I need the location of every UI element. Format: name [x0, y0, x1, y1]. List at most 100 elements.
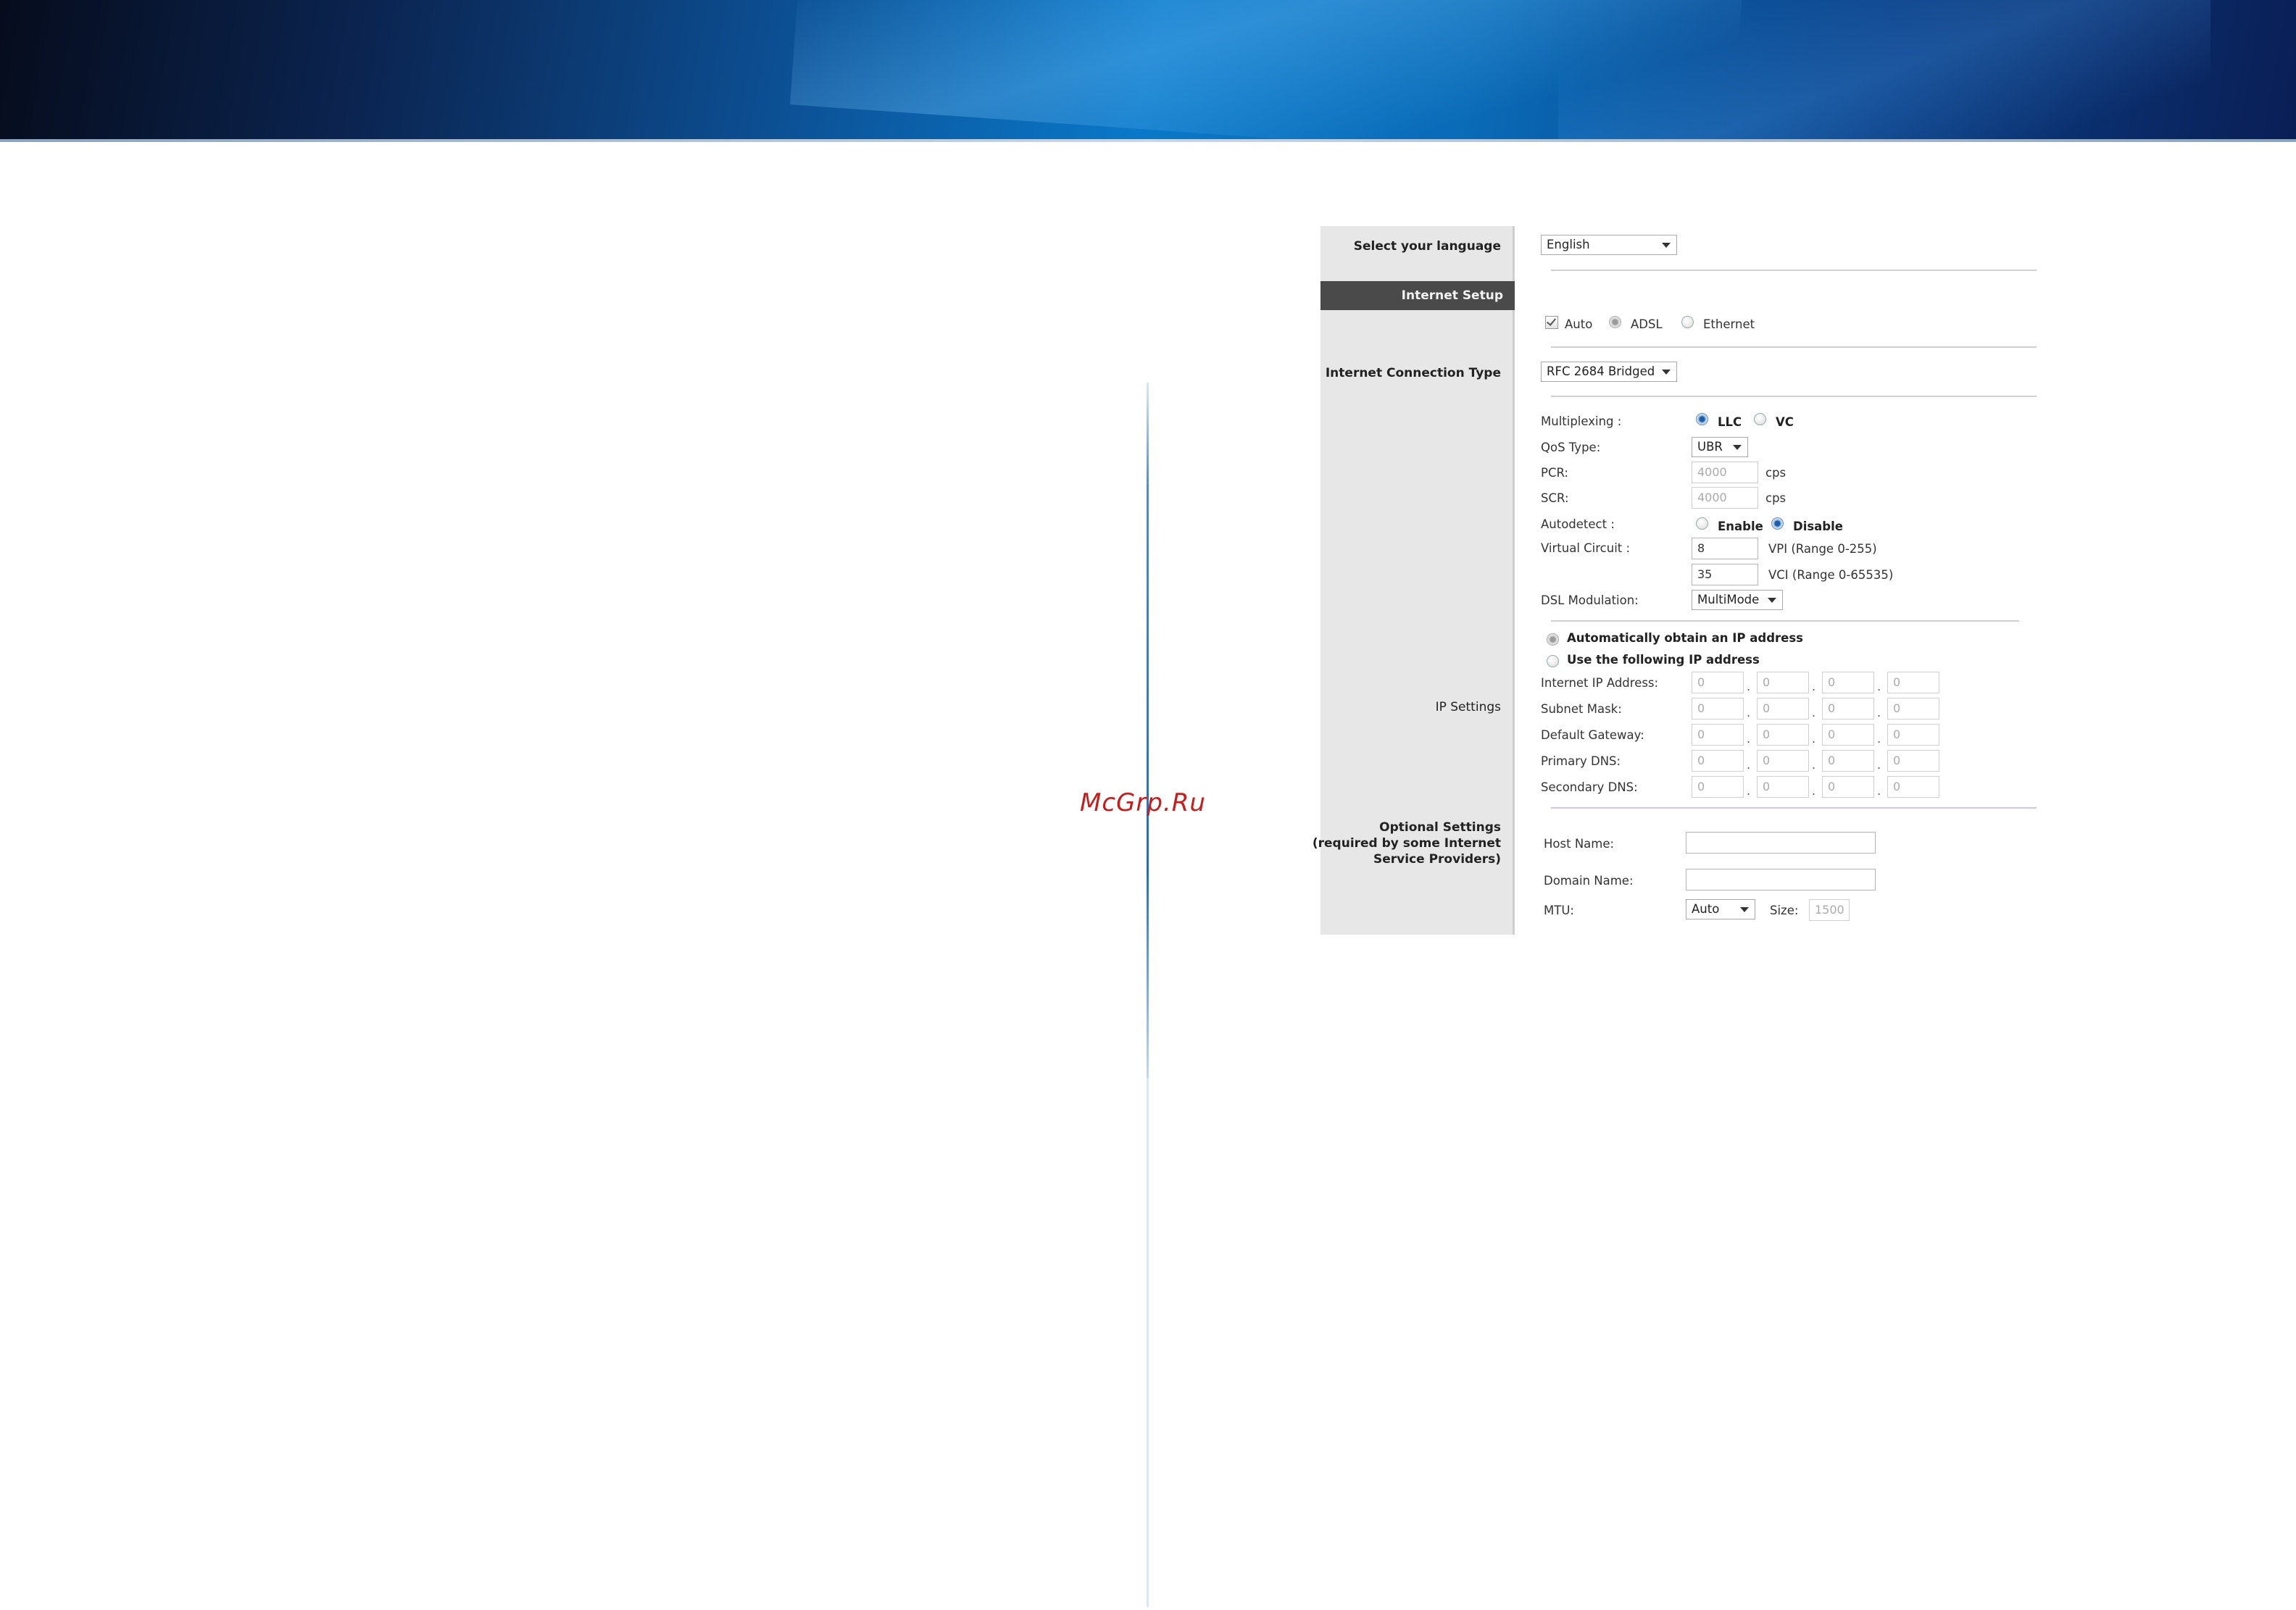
secondary-dns-label: Secondary DNS:: [1541, 780, 1638, 794]
default-gateway-octet-1[interactable]: 0: [1692, 724, 1744, 746]
ip-settings-label: IP Settings: [1435, 700, 1501, 714]
secondary-dns-octet-1[interactable]: 0: [1692, 776, 1744, 798]
subnet-mask-octet-1[interactable]: 0: [1692, 698, 1744, 720]
vci-range-label: VCI (Range 0-65535): [1768, 568, 1894, 582]
watermark-text: McGrp.Ru: [1080, 788, 1206, 817]
octet-separator: .: [1877, 706, 1881, 720]
section-divider: [1551, 270, 2037, 271]
scr-unit: cps: [1765, 491, 1787, 505]
auto-obtain-ip-label: Automatically obtain an IP address: [1567, 631, 1803, 645]
octet-separator: .: [1812, 680, 1816, 693]
octet-separator: .: [1747, 706, 1751, 720]
llc-label: LLC: [1718, 415, 1742, 429]
optional-settings-label: Optional Settings: [1379, 820, 1501, 835]
ethernet-label: Ethernet: [1703, 317, 1755, 331]
primary-dns-octet-3[interactable]: 0: [1822, 750, 1874, 772]
ethernet-radio[interactable]: [1681, 316, 1694, 328]
internet-ip-octet-2[interactable]: 0: [1757, 672, 1809, 693]
octet-separator: .: [1877, 784, 1881, 798]
adsl-label: ADSL: [1631, 317, 1663, 331]
vpi-input[interactable]: 8: [1692, 538, 1758, 559]
router-setup-panel: Select your language Internet Setup Inte…: [1313, 226, 2047, 935]
vpi-range-label: VPI (Range 0-255): [1768, 542, 1877, 556]
chevron-down-icon: [1740, 907, 1749, 912]
autodetect-enable-radio[interactable]: [1696, 517, 1708, 530]
settings-sidebar: Select your language Internet Setup Inte…: [1313, 226, 1515, 935]
chevron-down-icon: [1662, 243, 1671, 248]
autodetect-label: Autodetect :: [1541, 517, 1615, 531]
chevron-down-icon: [1768, 598, 1776, 603]
secondary-dns-octet-2[interactable]: 0: [1757, 776, 1809, 798]
connection-type-select[interactable]: RFC 2684 Bridged: [1541, 362, 1677, 382]
host-name-input[interactable]: [1686, 832, 1876, 854]
primary-dns-octet-2[interactable]: 0: [1757, 750, 1809, 772]
domain-name-label: Domain Name:: [1544, 874, 1634, 888]
host-name-label: Host Name:: [1544, 837, 1615, 851]
octet-separator: .: [1877, 758, 1881, 772]
secondary-dns-octet-4[interactable]: 0: [1887, 776, 1939, 798]
internet-ip-octet-1[interactable]: 0: [1692, 672, 1744, 693]
chevron-down-icon: [1733, 445, 1742, 450]
page-header-banner: [0, 0, 2296, 139]
banner-bottom-rule: [0, 139, 2296, 142]
use-following-ip-radio[interactable]: [1547, 655, 1559, 667]
octet-separator: .: [1747, 732, 1751, 746]
scr-label: SCR:: [1541, 491, 1569, 505]
default-gateway-octet-3[interactable]: 0: [1822, 724, 1874, 746]
section-divider: [1551, 620, 2019, 622]
internet-ip-octet-3[interactable]: 0: [1822, 672, 1874, 693]
column-divider: [1147, 383, 1149, 1607]
vci-input[interactable]: 35: [1692, 564, 1758, 585]
llc-radio[interactable]: [1696, 413, 1708, 425]
default-gateway-octet-4[interactable]: 0: [1887, 724, 1939, 746]
octet-separator: .: [1812, 758, 1816, 772]
primary-dns-octet-4[interactable]: 0: [1887, 750, 1939, 772]
subnet-mask-label: Subnet Mask:: [1541, 702, 1622, 716]
banner-light-streak-2: [1558, 0, 2210, 139]
auto-obtain-ip-radio[interactable]: [1547, 633, 1559, 646]
subnet-mask-octet-3[interactable]: 0: [1822, 698, 1874, 720]
octet-separator: .: [1812, 706, 1816, 720]
internet-ip-octet-4[interactable]: 0: [1887, 672, 1939, 693]
connection-type-value: RFC 2684 Bridged: [1547, 364, 1655, 378]
mtu-size-input[interactable]: 1500: [1809, 899, 1850, 921]
language-select-value: English: [1547, 238, 1590, 251]
qos-type-select[interactable]: UBR: [1692, 437, 1748, 457]
autodetect-disable-label: Disable: [1793, 520, 1843, 533]
mtu-select[interactable]: Auto: [1686, 899, 1755, 919]
subnet-mask-octet-2[interactable]: 0: [1757, 698, 1809, 720]
section-divider: [1551, 807, 2037, 809]
primary-dns-label: Primary DNS:: [1541, 754, 1621, 768]
autodetect-enable-label: Enable: [1718, 520, 1763, 533]
vc-radio[interactable]: [1754, 413, 1766, 425]
select-language-label: Select your language: [1353, 239, 1501, 254]
scr-input[interactable]: 4000: [1692, 487, 1758, 509]
default-gateway-octet-2[interactable]: 0: [1757, 724, 1809, 746]
autodetect-disable-radio[interactable]: [1771, 517, 1784, 530]
domain-name-input[interactable]: [1686, 869, 1876, 890]
mtu-label: MTU:: [1544, 904, 1574, 917]
octet-separator: .: [1747, 758, 1751, 772]
dsl-modulation-select[interactable]: MultiMode: [1692, 590, 1783, 610]
subnet-mask-octet-4[interactable]: 0: [1887, 698, 1939, 720]
adsl-radio[interactable]: [1609, 316, 1621, 328]
section-divider: [1551, 346, 2037, 348]
octet-separator: .: [1812, 784, 1816, 798]
internet-setup-header: Internet Setup: [1320, 281, 1515, 310]
virtual-circuit-label: Virtual Circuit :: [1541, 541, 1631, 555]
language-select[interactable]: English: [1541, 235, 1677, 255]
qos-type-label: QoS Type:: [1541, 441, 1601, 454]
auto-checkbox[interactable]: [1545, 316, 1558, 329]
octet-separator: .: [1877, 680, 1881, 693]
octet-separator: .: [1747, 784, 1751, 798]
optional-settings-note-2: Service Providers): [1373, 852, 1501, 867]
pcr-unit: cps: [1765, 466, 1787, 480]
internet-ip-label: Internet IP Address:: [1541, 676, 1659, 690]
connection-type-label: Internet Connection Type: [1325, 366, 1501, 380]
primary-dns-octet-1[interactable]: 0: [1692, 750, 1744, 772]
multiplexing-label: Multiplexing :: [1541, 414, 1622, 428]
secondary-dns-octet-3[interactable]: 0: [1822, 776, 1874, 798]
pcr-label: PCR:: [1541, 466, 1568, 480]
pcr-input[interactable]: 4000: [1692, 462, 1758, 483]
chevron-down-icon: [1662, 370, 1671, 375]
